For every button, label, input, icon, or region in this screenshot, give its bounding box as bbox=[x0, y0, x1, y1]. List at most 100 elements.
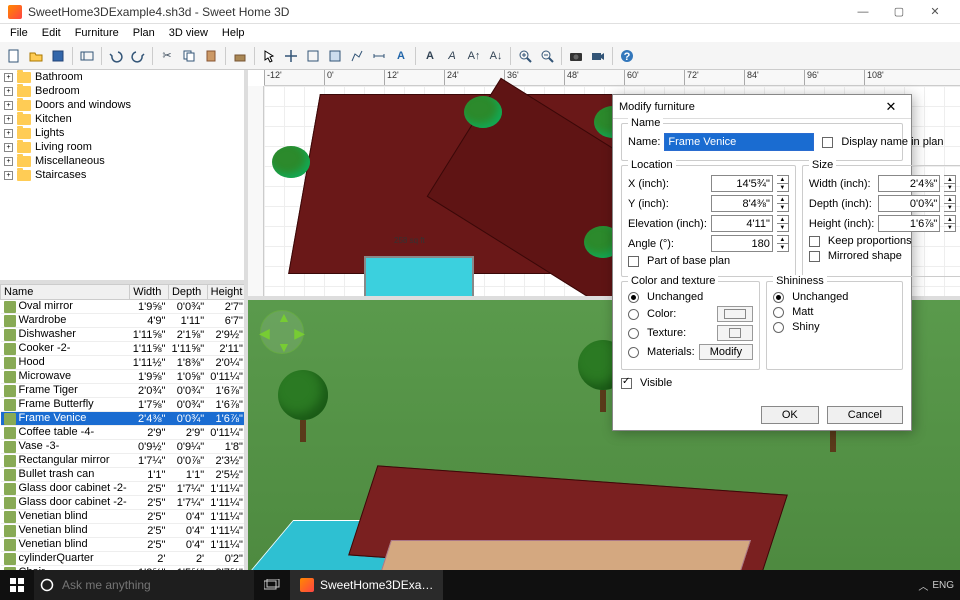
height-field[interactable] bbox=[878, 215, 940, 232]
catalog-item[interactable]: +Kitchen bbox=[0, 112, 244, 126]
text-decrease-icon[interactable]: A↓ bbox=[486, 46, 506, 66]
ok-button[interactable]: OK bbox=[761, 406, 819, 424]
dialog-titlebar[interactable]: Modify furniture ✕ bbox=[613, 95, 911, 119]
x-spinner[interactable]: ▲▼ bbox=[777, 175, 789, 192]
catalog-item[interactable]: +Bedroom bbox=[0, 84, 244, 98]
texture-swatch-button[interactable] bbox=[717, 325, 753, 341]
taskbar-search-input[interactable] bbox=[62, 578, 217, 592]
depth-field[interactable] bbox=[878, 195, 940, 212]
cancel-button[interactable]: Cancel bbox=[827, 406, 903, 424]
color-radio[interactable] bbox=[628, 309, 639, 320]
menu-file[interactable]: File bbox=[4, 26, 34, 40]
table-row[interactable]: Rectangular mirror1'7¼"0'0⅞"2'3½" bbox=[1, 454, 245, 468]
visible-checkbox[interactable] bbox=[621, 378, 632, 389]
text-bold-icon[interactable]: A bbox=[420, 46, 440, 66]
polyline-icon[interactable] bbox=[347, 46, 367, 66]
dimension-icon[interactable] bbox=[369, 46, 389, 66]
undo-icon[interactable] bbox=[106, 46, 126, 66]
expand-icon[interactable]: + bbox=[4, 73, 13, 82]
color-unchanged-radio[interactable] bbox=[628, 292, 639, 303]
photo-icon[interactable] bbox=[566, 46, 586, 66]
display-name-checkbox[interactable] bbox=[822, 137, 833, 148]
redo-icon[interactable] bbox=[128, 46, 148, 66]
taskbar-app-sweethome[interactable]: SweetHome3DExa… bbox=[290, 570, 443, 600]
expand-icon[interactable]: + bbox=[4, 115, 13, 124]
elevation-spinner[interactable]: ▲▼ bbox=[777, 215, 789, 232]
table-header[interactable]: Width bbox=[130, 285, 169, 300]
expand-icon[interactable]: + bbox=[4, 87, 13, 96]
materials-modify-button[interactable]: Modify bbox=[699, 344, 753, 360]
table-row[interactable]: Frame Tiger2'0¾"0'0¾"1'6⅞" bbox=[1, 384, 245, 398]
open-icon[interactable] bbox=[26, 46, 46, 66]
texture-radio[interactable] bbox=[628, 328, 639, 339]
table-row[interactable]: Frame Venice2'4⅜"0'0¾"1'6⅞" bbox=[1, 412, 245, 426]
video-icon[interactable] bbox=[588, 46, 608, 66]
table-row[interactable]: Bullet trash can1'1"1'1"2'5½" bbox=[1, 468, 245, 482]
table-row[interactable]: Glass door cabinet -2-2'5"1'7¼"1'11¼" bbox=[1, 496, 245, 510]
width-spinner[interactable]: ▲▼ bbox=[944, 175, 956, 192]
materials-radio[interactable] bbox=[628, 347, 639, 358]
cut-icon[interactable]: ✂ bbox=[157, 46, 177, 66]
preferences-icon[interactable] bbox=[77, 46, 97, 66]
table-row[interactable]: Coffee table -4-2'9"2'9"0'11¼" bbox=[1, 426, 245, 440]
minimize-button[interactable]: — bbox=[846, 1, 880, 23]
elevation-field[interactable] bbox=[711, 215, 773, 232]
pan-icon[interactable] bbox=[281, 46, 301, 66]
zoom-in-icon[interactable] bbox=[515, 46, 535, 66]
table-header[interactable]: Name bbox=[1, 285, 130, 300]
task-view-button[interactable] bbox=[254, 570, 290, 600]
copy-icon[interactable] bbox=[179, 46, 199, 66]
angle-spinner[interactable]: ▲▼ bbox=[777, 235, 789, 252]
expand-icon[interactable]: + bbox=[4, 129, 13, 138]
table-row[interactable]: Wardrobe4'9"1'11"6'7" bbox=[1, 314, 245, 328]
expand-icon[interactable]: + bbox=[4, 157, 13, 166]
help-icon[interactable]: ? bbox=[617, 46, 637, 66]
menu-furniture[interactable]: Furniture bbox=[69, 26, 125, 40]
expand-icon[interactable]: + bbox=[4, 101, 13, 110]
table-row[interactable]: Venetian blind2'5"0'4"1'11¼" bbox=[1, 510, 245, 524]
paste-icon[interactable] bbox=[201, 46, 221, 66]
menu-3dview[interactable]: 3D view bbox=[163, 26, 214, 40]
menu-help[interactable]: Help bbox=[216, 26, 251, 40]
baseplan-checkbox[interactable] bbox=[628, 256, 639, 267]
close-button[interactable]: ✕ bbox=[918, 1, 952, 23]
add-furniture-icon[interactable] bbox=[230, 46, 250, 66]
table-header[interactable]: Depth bbox=[168, 285, 207, 300]
table-row[interactable]: Glass door cabinet -2-2'5"1'7¼"1'11¼" bbox=[1, 482, 245, 496]
tray-chevron-icon[interactable]: ︿ bbox=[918, 578, 928, 593]
text-increase-icon[interactable]: A↑ bbox=[464, 46, 484, 66]
room-icon[interactable] bbox=[325, 46, 345, 66]
system-tray[interactable]: ︿ ENG bbox=[918, 578, 960, 593]
catalog-item[interactable]: +Lights bbox=[0, 126, 244, 140]
shin-unchanged-radio[interactable] bbox=[773, 292, 784, 303]
expand-icon[interactable]: + bbox=[4, 171, 13, 180]
start-button[interactable] bbox=[0, 570, 34, 600]
table-row[interactable]: Microwave1'9⅝"1'0⅝"0'11¼" bbox=[1, 370, 245, 384]
menu-plan[interactable]: Plan bbox=[127, 26, 161, 40]
table-row[interactable]: Frame Butterfly1'7⅝"0'0¾"1'6⅞" bbox=[1, 398, 245, 412]
taskbar-search[interactable] bbox=[34, 570, 254, 600]
height-spinner[interactable]: ▲▼ bbox=[944, 215, 956, 232]
furniture-catalog[interactable]: +Bathroom+Bedroom+Doors and windows+Kitc… bbox=[0, 70, 244, 280]
y-field[interactable] bbox=[711, 195, 773, 212]
width-field[interactable] bbox=[878, 175, 940, 192]
depth-spinner[interactable]: ▲▼ bbox=[944, 195, 956, 212]
catalog-item[interactable]: +Living room bbox=[0, 140, 244, 154]
shin-matt-radio[interactable] bbox=[773, 307, 784, 318]
table-header[interactable]: Height bbox=[207, 285, 244, 300]
catalog-item[interactable]: +Miscellaneous bbox=[0, 154, 244, 168]
shin-shiny-radio[interactable] bbox=[773, 322, 784, 333]
zoom-out-icon[interactable] bbox=[537, 46, 557, 66]
menu-edit[interactable]: Edit bbox=[36, 26, 67, 40]
save-icon[interactable] bbox=[48, 46, 68, 66]
text-icon[interactable]: A bbox=[391, 46, 411, 66]
table-row[interactable]: Hood1'11½"1'8⅜"2'0¼" bbox=[1, 356, 245, 370]
maximize-button[interactable]: ▢ bbox=[882, 1, 916, 23]
table-row[interactable]: Cooker -2-1'11⅝"1'11⅝"2'11" bbox=[1, 342, 245, 356]
compass-icon[interactable]: ▲ ▼ ◀ ▶ bbox=[260, 310, 304, 354]
catalog-item[interactable]: +Bathroom bbox=[0, 70, 244, 84]
table-row[interactable]: Venetian blind2'5"0'4"1'11¼" bbox=[1, 524, 245, 538]
table-row[interactable]: Venetian blind2'5"0'4"1'11¼" bbox=[1, 538, 245, 552]
select-icon[interactable] bbox=[259, 46, 279, 66]
new-icon[interactable] bbox=[4, 46, 24, 66]
